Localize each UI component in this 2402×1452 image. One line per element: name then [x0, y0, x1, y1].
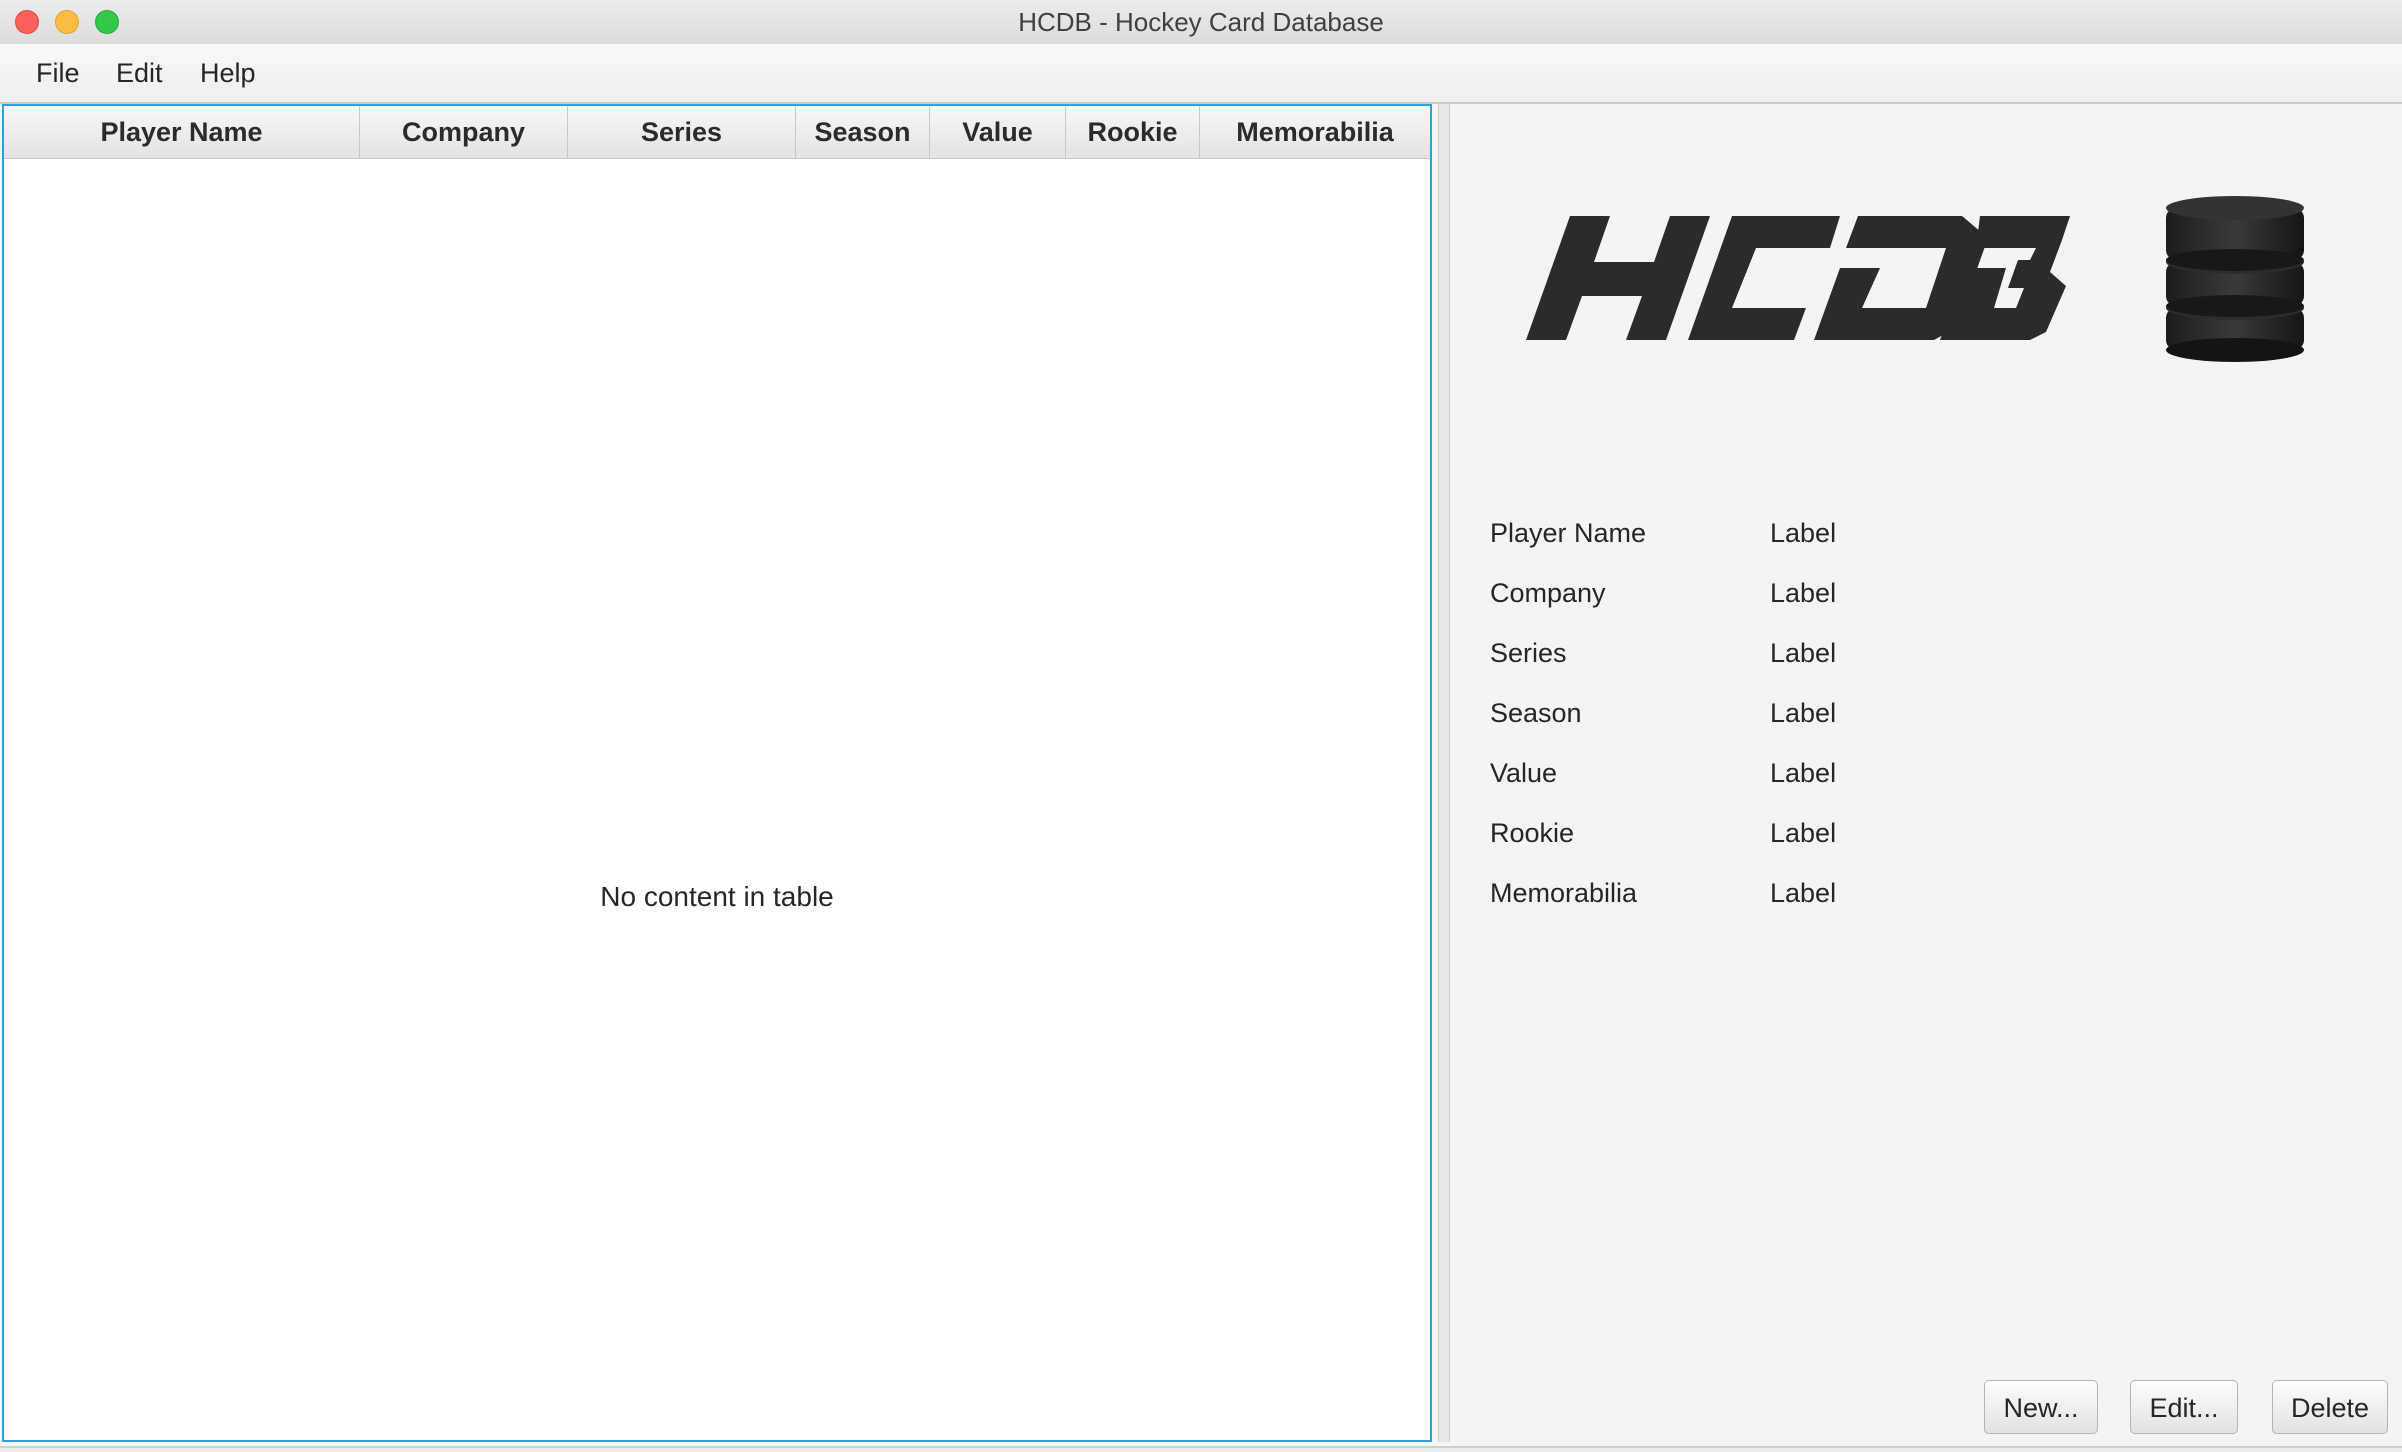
detail-row-value: Value Label — [1490, 758, 2190, 798]
column-header-company[interactable]: Company — [360, 106, 568, 158]
hockey-puck-stack-icon — [2166, 196, 2304, 362]
detail-label: Rookie — [1490, 818, 1575, 848]
detail-value: Label — [1770, 578, 1837, 608]
detail-value: Label — [1770, 638, 1837, 668]
detail-value: Label — [1770, 818, 1837, 848]
detail-value: Label — [1770, 518, 1837, 548]
detail-label: Season — [1490, 698, 1582, 728]
detail-row-memorabilia: Memorabilia Label — [1490, 878, 2190, 918]
table-header: Player Name Company Series Season Value … — [4, 106, 1430, 159]
menu-bar: File Edit Help — [0, 44, 2402, 104]
window-title: HCDB - Hockey Card Database — [1018, 7, 1384, 37]
detail-value: Label — [1770, 878, 1837, 908]
column-header-season[interactable]: Season — [796, 106, 930, 158]
detail-row-rookie: Rookie Label — [1490, 818, 2190, 858]
detail-row-player-name: Player Name Label — [1490, 518, 2190, 558]
app-window: HCDB - Hockey Card Database File Edit He… — [0, 0, 2402, 1448]
detail-label: Series — [1490, 638, 1567, 668]
detail-label: Player Name — [1490, 518, 1647, 548]
detail-row-season: Season Label — [1490, 698, 2190, 738]
column-header-rookie[interactable]: Rookie — [1066, 106, 1200, 158]
detail-row-series: Series Label — [1490, 638, 2190, 678]
detail-value: Label — [1770, 698, 1837, 728]
split-pane-divider[interactable] — [1438, 104, 1450, 1442]
detail-label: Memorabilia — [1490, 878, 1638, 908]
title-bar[interactable]: HCDB - Hockey Card Database — [0, 0, 2402, 45]
menu-file[interactable]: File — [36, 44, 80, 102]
detail-value: Label — [1770, 758, 1837, 788]
table-empty-placeholder: No content in table — [600, 881, 834, 912]
new-button[interactable]: New... — [1984, 1380, 2098, 1434]
detail-label: Company — [1490, 578, 1606, 608]
cards-table[interactable]: Player Name Company Series Season Value … — [2, 104, 1432, 1442]
menu-edit[interactable]: Edit — [116, 44, 163, 102]
menu-help[interactable]: Help — [200, 44, 256, 102]
column-header-series[interactable]: Series — [568, 106, 796, 158]
column-header-player-name[interactable]: Player Name — [4, 106, 360, 158]
card-details-pane: Player Name Label Company Label Series L… — [1450, 104, 2402, 1442]
column-header-value[interactable]: Value — [930, 106, 1066, 158]
column-header-memorabilia[interactable]: Memorabilia — [1200, 106, 1430, 158]
edit-button[interactable]: Edit... — [2130, 1380, 2238, 1434]
hcdb-logo — [1526, 216, 2070, 340]
detail-label: Value — [1490, 758, 1558, 788]
delete-button[interactable]: Delete — [2272, 1380, 2388, 1434]
detail-row-company: Company Label — [1490, 578, 2190, 618]
